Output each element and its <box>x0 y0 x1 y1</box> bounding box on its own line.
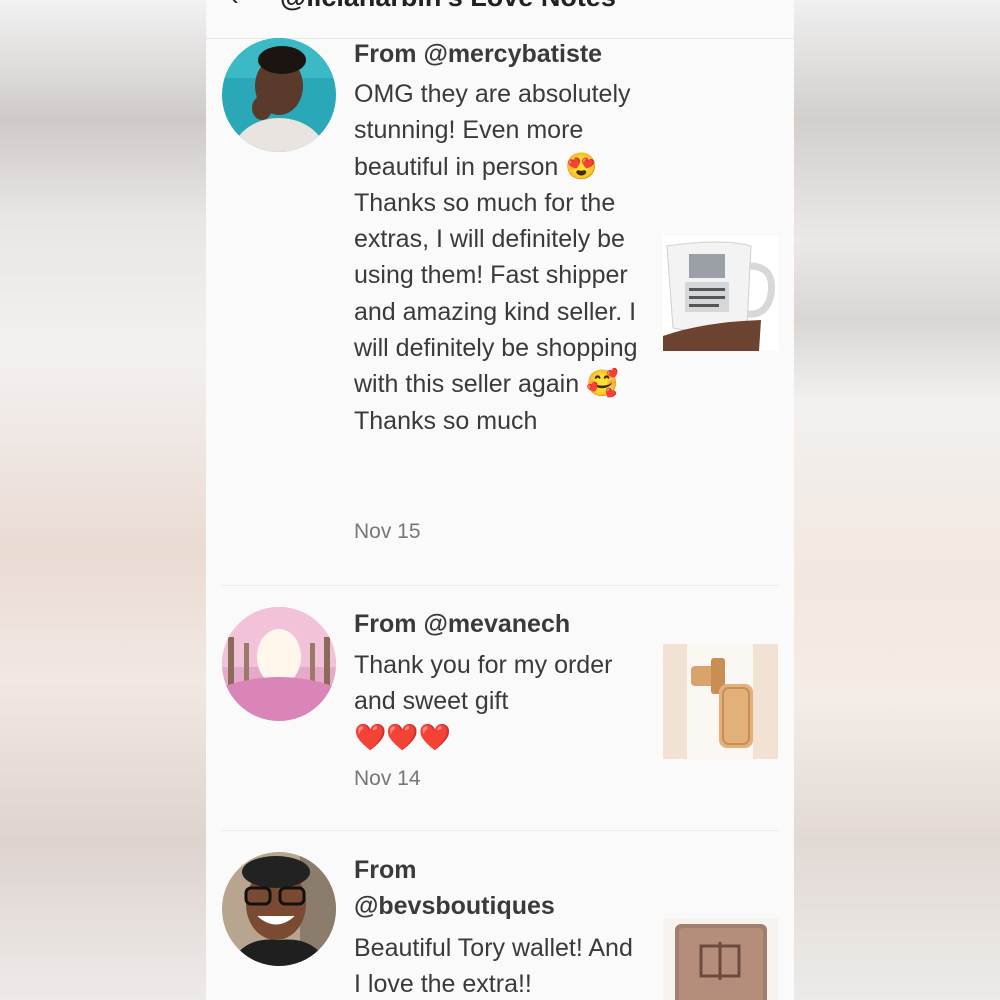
note-author: From @mercybatiste <box>354 40 603 68</box>
smiling-hearts-emoji-icon: 🥰 <box>586 368 619 399</box>
wallet-photo-thumbnail[interactable] <box>663 918 778 1000</box>
note-author: From @mevanech <box>354 610 571 638</box>
back-arrow-icon[interactable]: ‹ <box>230 0 250 9</box>
note-date: Nov 15 <box>354 520 421 543</box>
love-note-2: From @mevanech Thank you for my order an… <box>206 607 794 837</box>
avatar[interactable] <box>222 607 336 721</box>
header: ‹ @liciaharbin's Love Notes <box>206 0 794 39</box>
note-message: Beautiful Tory wallet! And I love the ex… <box>354 934 633 999</box>
luggage-tag-photo-thumbnail[interactable] <box>663 644 778 759</box>
note-author: From @bevsboutiques <box>354 852 555 924</box>
note-author-label: From <box>354 856 417 884</box>
note-author-handle: @bevsboutiques <box>354 892 555 920</box>
heart-eyes-emoji-icon: 😍 <box>565 150 598 181</box>
love-note-3: From @bevsboutiques Beautiful Tory walle… <box>206 852 794 1000</box>
mug-photo-thumbnail[interactable] <box>663 236 778 351</box>
avatar[interactable] <box>222 38 336 152</box>
note-text: Thanks so much <box>354 406 538 435</box>
divider <box>222 585 778 586</box>
note-date: Nov 14 <box>354 767 421 790</box>
divider <box>222 830 778 831</box>
note-text: Thanks so much for the extras, I will de… <box>354 188 638 399</box>
page-title: @liciaharbin's Love Notes <box>280 0 616 13</box>
red-hearts-emoji-icon: ❤️❤️❤️ <box>354 721 452 752</box>
avatar[interactable] <box>222 852 336 966</box>
note-text: Thank you for my order and sweet gift <box>354 651 613 716</box>
background-right <box>794 0 1000 1000</box>
note-message: Thank you for my order and sweet gift ❤️… <box>354 647 644 756</box>
note-message: OMG they are absolutely stunning! Even m… <box>354 76 644 439</box>
love-notes-screen: ‹ @liciaharbin's Love Notes From @mercyb… <box>206 0 794 1000</box>
background-left <box>0 0 206 1000</box>
love-note-1: From @mercybatiste OMG they are absolute… <box>206 38 794 588</box>
